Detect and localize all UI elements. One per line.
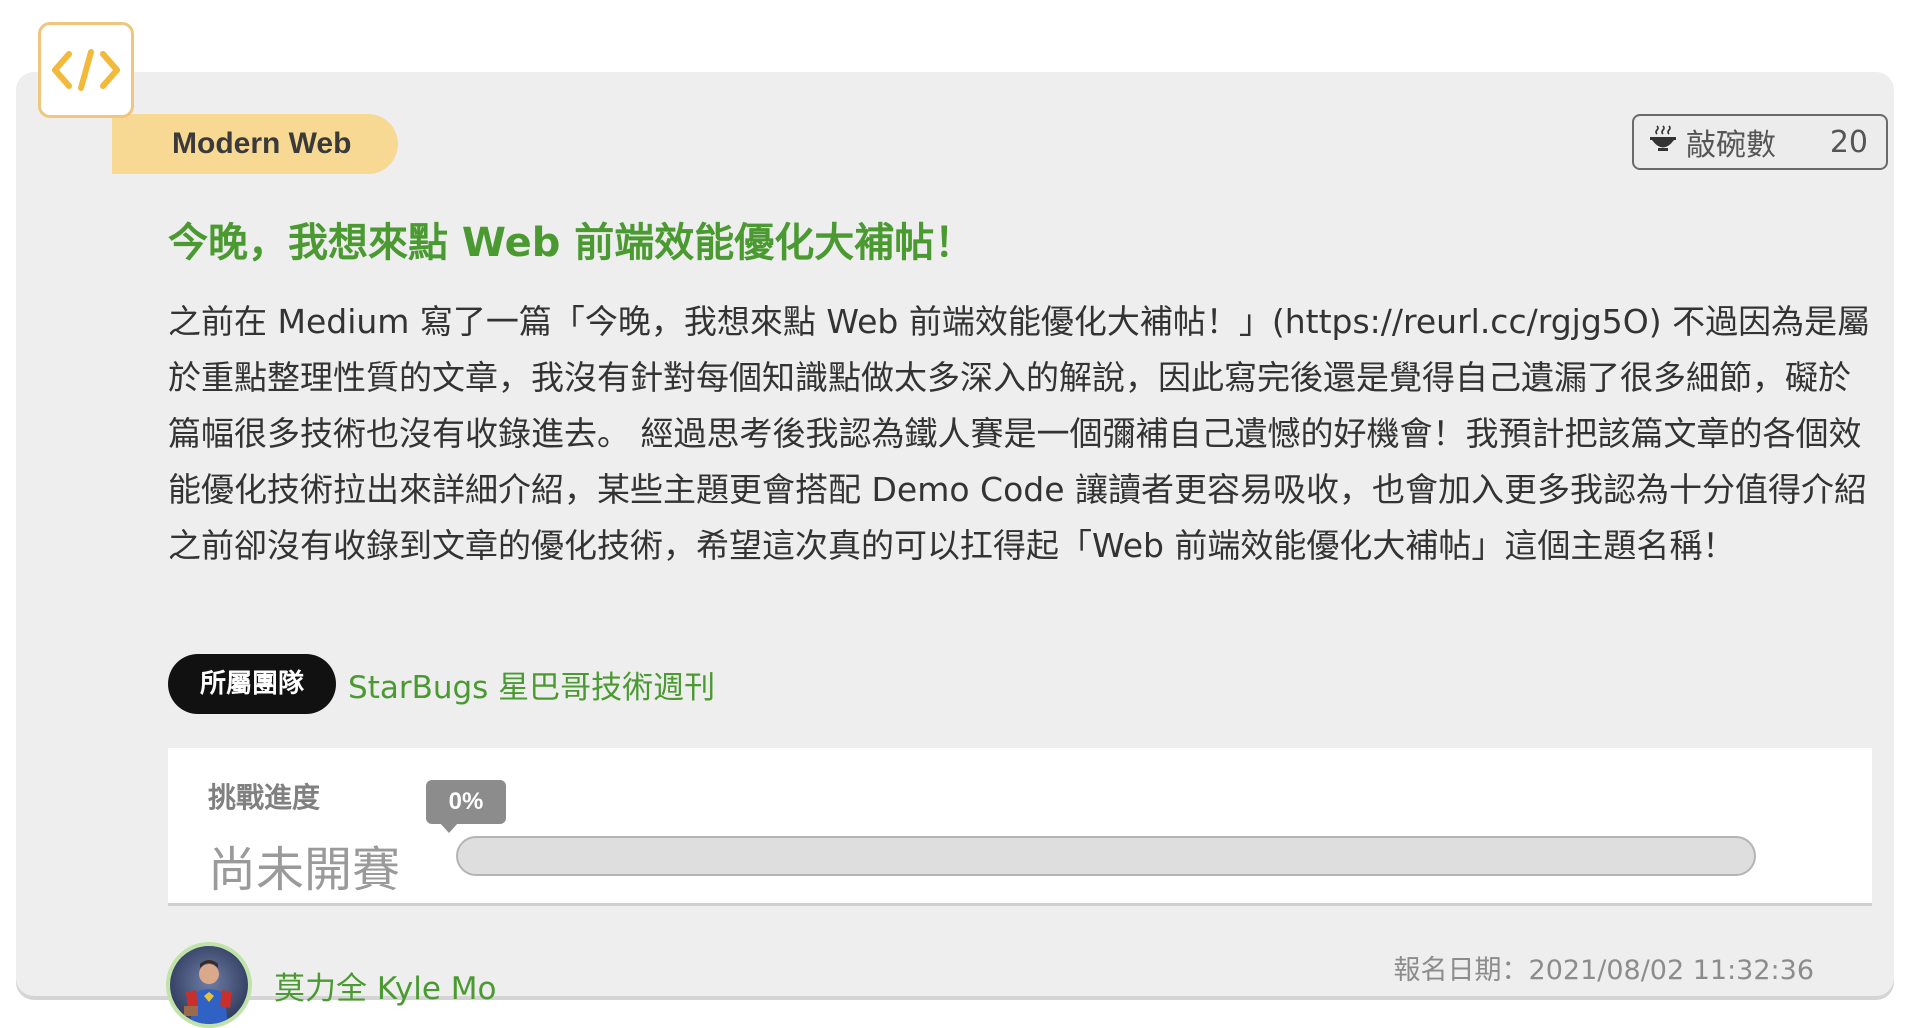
progress-percent-tooltip: 0%: [426, 780, 506, 833]
entry-description: 之前在 Medium 寫了一篇「今晚，我想來點 Web 前端效能優化大補帖！」(…: [168, 302, 1871, 565]
progress-panel: 挑戰進度 尚未開賽 0%: [168, 748, 1872, 906]
progress-label: 挑戰進度: [208, 781, 321, 814]
team-row: 所屬團隊 StarBugs 星巴哥技術週刊: [168, 654, 715, 714]
bowl-icon: [1648, 123, 1678, 161]
ironman-entry-card: Modern Web 敲碗數 20 今晚，我想來點 Web 前端效能優化大補帖！…: [16, 72, 1894, 1028]
team-link[interactable]: StarBugs 星巴哥技術週刊: [348, 662, 715, 707]
category-label: Modern Web: [172, 127, 352, 160]
progress-status: 尚未開賽: [208, 842, 401, 898]
bowl-count-badge[interactable]: 敲碗數 20: [1632, 114, 1888, 170]
avatar[interactable]: [166, 942, 252, 1028]
team-badge: 所屬團隊: [168, 654, 337, 714]
registration-date: 報名日期：2021/08/02 11:32:36: [1393, 955, 1814, 986]
entry-title[interactable]: 今晚，我想來點 Web 前端效能優化大補帖！: [168, 210, 974, 268]
bowl-count: 20: [1829, 124, 1868, 160]
progress-bar: [456, 836, 1756, 876]
bowl-label: 敲碗數: [1686, 128, 1776, 163]
code-brackets-icon: [38, 22, 134, 118]
author-name[interactable]: 莫力全 Kyle Mo: [274, 963, 497, 1008]
author-info[interactable]: 莫力全 Kyle Mo: [166, 942, 497, 1028]
category-tag[interactable]: Modern Web: [112, 114, 398, 174]
